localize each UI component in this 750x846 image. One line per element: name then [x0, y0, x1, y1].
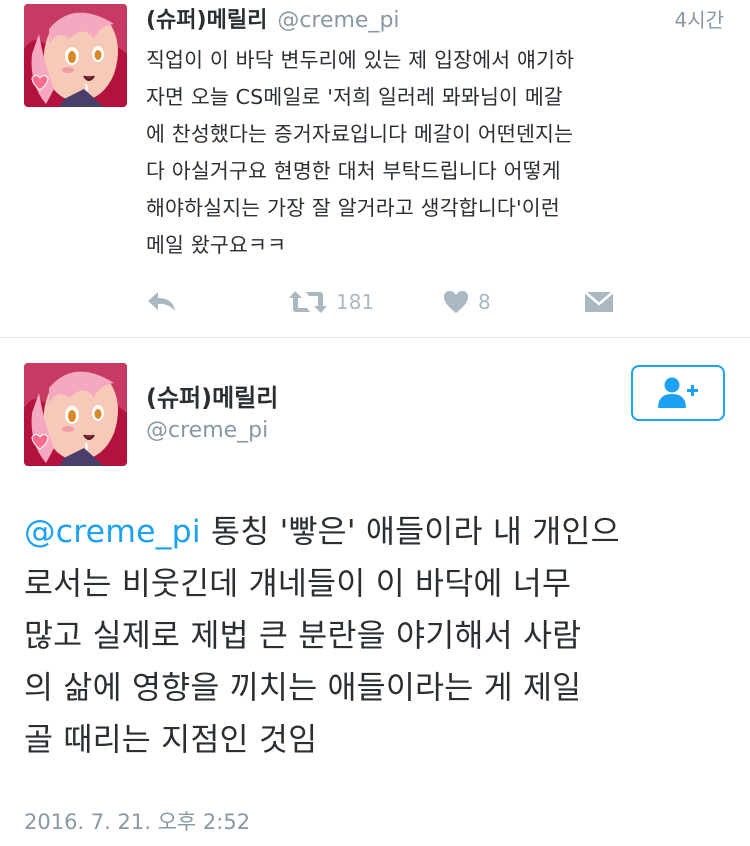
tweet1-text: 직업이 이 바닥 변두리에 있는 제 입장에서 얘기하 자면 오늘 CS메일로 …	[146, 42, 732, 264]
tweet2-text-line: 의 삶에 영향을 끼치는 애들이라는 게 제일	[24, 670, 582, 706]
tweet1-handle[interactable]: @creme_pi	[277, 8, 399, 33]
tweet-divider	[0, 337, 750, 338]
tweet1-text-line: 메일 왔구요ㅋㅋ	[146, 233, 287, 257]
tweet2-text-line: 로서는 비웃긴데 걔네들이 이 바닥에 너무	[24, 566, 572, 602]
mention-link[interactable]: @creme_pi	[24, 514, 201, 550]
tweet1-text-line: 에 찬성했다는 증거자료입니다 메갈이 어떤덴지는	[146, 122, 574, 146]
tweet1-action-bar: 181 8	[146, 284, 616, 320]
tweet1-text-line: 해야하실지는 가장 잘 알거라고 생각합니다'이런	[146, 196, 560, 220]
like-count: 8	[478, 290, 491, 314]
follow-button[interactable]	[631, 365, 725, 421]
tweet2-handle[interactable]: @creme_pi	[146, 418, 268, 443]
tweet2-text: @creme_pi 통칭 '빻은' 애들이라 내 개인으 로서는 비웃긴데 걔네…	[24, 506, 734, 766]
tweet2-timestamp[interactable]: 2016. 7. 21. 오후 2:52	[24, 806, 250, 836]
tweet1-display-name[interactable]: (슈퍼)메릴리	[146, 2, 267, 34]
tweet1-text-line: 직업이 이 바닥 변두리에 있는 제 입장에서 얘기하	[146, 48, 575, 72]
retweet-icon	[289, 291, 327, 313]
tweet2-text-line: @creme_pi 통칭 '빻은' 애들이라 내 개인으	[24, 506, 734, 558]
direct-message-button[interactable]	[584, 284, 614, 320]
tweet2-avatar[interactable]	[24, 363, 127, 466]
tweet1-header: (슈퍼)메릴리 @creme_pi 4시간	[146, 2, 724, 36]
heart-icon	[444, 291, 468, 313]
reply-button[interactable]	[146, 284, 178, 320]
retweet-button[interactable]: 181	[288, 284, 374, 320]
envelope-icon	[584, 291, 614, 312]
tweet1-timestamp[interactable]: 4시간	[674, 4, 724, 33]
reply-icon	[148, 292, 175, 311]
tweet2-display-name[interactable]: (슈퍼)메릴리	[146, 378, 278, 413]
tweet1-text-line: 자면 오늘 CS메일로 '저희 일러레 뫄뫄님이 메갈	[146, 85, 563, 109]
tweet2-text-line: 골 때리는 지점인 것임	[24, 722, 318, 758]
tweet2-text-segment: 통칭 '빻은' 애들이라 내 개인으	[200, 514, 620, 550]
tweet1-text-line: 다 아실거구요 현명한 대처 부탁드립니다 어떻게	[146, 159, 561, 183]
tweet2-text-line: 많고 실제로 제법 큰 분란을 야기해서 사람	[24, 618, 582, 654]
retweet-count: 181	[336, 290, 375, 314]
like-button[interactable]: 8	[442, 284, 491, 320]
tweet1-avatar[interactable]	[24, 4, 127, 107]
add-user-icon	[658, 377, 698, 408]
